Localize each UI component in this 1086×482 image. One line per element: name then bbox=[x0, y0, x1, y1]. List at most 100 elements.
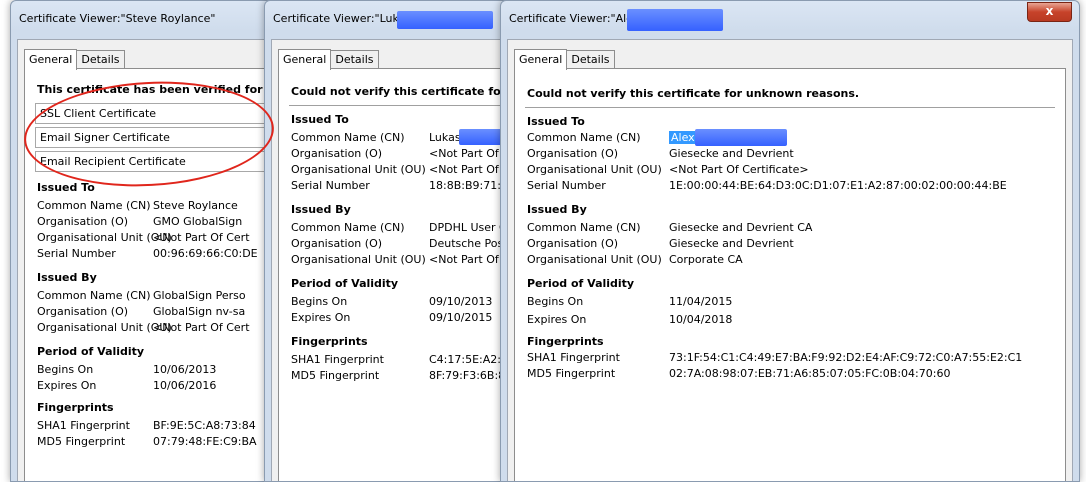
md5-label: MD5 Fingerprint bbox=[291, 369, 380, 382]
issued-by-cn-value: GlobalSign Perso bbox=[153, 289, 246, 302]
issued-to-o-value: <Not Part Of bbox=[429, 147, 499, 160]
issued-by-cn-label: Common Name (CN) bbox=[37, 289, 151, 302]
general-panel: Could not verify this certificate for un… bbox=[514, 68, 1066, 481]
separator bbox=[525, 107, 1055, 108]
sha1-label: SHA1 Fingerprint bbox=[291, 353, 384, 366]
validity-heading: Period of Validity bbox=[37, 345, 145, 358]
tab-general[interactable]: General bbox=[514, 49, 568, 70]
fingerprints-heading: Fingerprints bbox=[291, 335, 368, 348]
expires-on-value: 10/06/2016 bbox=[153, 379, 217, 392]
issued-to-cn-label: Common Name (CN) bbox=[527, 131, 641, 144]
issued-to-cn-value[interactable]: Alex bbox=[669, 131, 697, 144]
issued-to-o-label: Organisation (O) bbox=[37, 215, 129, 228]
md5-value: 8F:79:F3:6B:8 bbox=[429, 369, 506, 382]
window-client-area: General Details Could not verify this cer… bbox=[507, 39, 1073, 481]
issued-to-o-label: Organisation (O) bbox=[527, 147, 619, 160]
selected-cn-text: Alex bbox=[669, 131, 697, 144]
issued-by-ou-label: Organisational Unit (OU) bbox=[527, 253, 662, 266]
issued-by-o-label: Organisation (O) bbox=[291, 237, 383, 250]
serial-number-value: 1E:00:00:44:BE:64:D3:0C:D1:07:E1:A2:87:0… bbox=[669, 179, 1007, 192]
issued-to-ou-label: Organisational Unit (OU) bbox=[527, 163, 662, 176]
issued-to-heading: Issued To bbox=[37, 181, 95, 194]
expires-on-value: 10/04/2018 bbox=[669, 313, 733, 326]
issued-to-heading: Issued To bbox=[527, 115, 585, 128]
issued-to-cn-value: Steve Roylance bbox=[153, 199, 238, 212]
expires-on-value: 09/10/2015 bbox=[429, 311, 493, 324]
tab-details[interactable]: Details bbox=[330, 50, 379, 69]
sha1-value: 73:1F:54:C1:C4:49:E7:BA:F9:92:D2:E4:AF:C… bbox=[669, 351, 1023, 364]
window-title-text: Certificate Viewer:"Luka bbox=[273, 12, 406, 25]
begins-on-value: 10/06/2013 bbox=[153, 363, 217, 376]
window-title-text: Certificate Viewer:"Ale bbox=[509, 12, 633, 25]
validity-heading: Period of Validity bbox=[527, 277, 635, 290]
issued-by-ou-value: <Not Part Of bbox=[429, 253, 499, 266]
tab-strip: General Details bbox=[24, 48, 125, 70]
md5-value: 07:79:48:FE:C9:BA bbox=[153, 435, 257, 448]
issued-by-o-label: Organisation (O) bbox=[527, 237, 619, 250]
issued-by-heading: Issued By bbox=[37, 271, 97, 284]
issued-by-cn-value: Giesecke and Devrient CA bbox=[669, 221, 813, 234]
begins-on-label: Begins On bbox=[291, 295, 348, 308]
tab-strip: General Details bbox=[278, 48, 379, 70]
md5-label: MD5 Fingerprint bbox=[37, 435, 126, 448]
issued-by-cn-label: Common Name (CN) bbox=[291, 221, 405, 234]
issued-to-cn-label: Common Name (CN) bbox=[291, 131, 405, 144]
issued-by-heading: Issued By bbox=[527, 203, 587, 216]
expires-on-label: Expires On bbox=[291, 311, 351, 324]
begins-on-value: 09/10/2013 bbox=[429, 295, 493, 308]
issued-by-o-value: Deutsche Pos bbox=[429, 237, 504, 250]
issued-by-ou-label: Organisational Unit (OU) bbox=[291, 253, 426, 266]
tab-general[interactable]: General bbox=[24, 49, 78, 70]
md5-label: MD5 Fingerprint bbox=[527, 367, 616, 380]
issued-to-ou-value: <Not Part Of Certificate> bbox=[669, 163, 809, 176]
issued-to-heading: Issued To bbox=[291, 113, 349, 126]
issued-to-ou-value: <Not Part Of Cert bbox=[153, 231, 250, 244]
issued-by-o-value: Giesecke and Devrient bbox=[669, 237, 794, 250]
issued-by-cn-label: Common Name (CN) bbox=[527, 221, 641, 234]
validity-heading: Period of Validity bbox=[291, 277, 399, 290]
fingerprints-heading: Fingerprints bbox=[527, 335, 604, 348]
sha1-label: SHA1 Fingerprint bbox=[37, 419, 130, 432]
serial-number-value: 00:96:69:66:C0:DE bbox=[153, 247, 258, 260]
sha1-value: C4:17:5E:A2:7 bbox=[429, 353, 508, 366]
tab-general[interactable]: General bbox=[278, 49, 332, 70]
begins-on-label: Begins On bbox=[37, 363, 94, 376]
serial-number-label: Serial Number bbox=[37, 247, 116, 260]
close-button[interactable]: x bbox=[1027, 2, 1072, 22]
issued-by-ou-value: <Not Part Of Cert bbox=[153, 321, 250, 334]
begins-on-value: 11/04/2015 bbox=[669, 295, 733, 308]
issued-to-o-value: GMO GlobalSign bbox=[153, 215, 243, 228]
tab-details[interactable]: Details bbox=[566, 50, 615, 69]
md5-value: 02:7A:08:98:07:EB:71:A6:85:07:05:FC:0B:0… bbox=[669, 367, 951, 380]
issued-by-o-value: GlobalSign nv-sa bbox=[153, 305, 246, 318]
tab-details[interactable]: Details bbox=[76, 50, 125, 69]
redaction-block bbox=[695, 129, 787, 146]
certificate-viewer-window-alex: Certificate Viewer:"Ale x General Details… bbox=[500, 0, 1080, 482]
serial-number-label: Serial Number bbox=[527, 179, 606, 192]
begins-on-label: Begins On bbox=[527, 295, 584, 308]
issued-by-cn-value: DPDHL User C bbox=[429, 221, 507, 234]
issued-to-o-value: Giesecke and Devrient bbox=[669, 147, 794, 160]
fingerprints-heading: Fingerprints bbox=[37, 401, 114, 414]
issued-by-ou-value: Corporate CA bbox=[669, 253, 743, 266]
expires-on-label: Expires On bbox=[37, 379, 97, 392]
verification-status: Could not verify this certificate for un bbox=[291, 85, 526, 98]
serial-number-label: Serial Number bbox=[291, 179, 370, 192]
issued-to-ou-label: Organisational Unit (OU) bbox=[37, 231, 172, 244]
issued-to-ou-value: <Not Part Of bbox=[429, 163, 499, 176]
window-title: Certificate Viewer:"Ale x bbox=[501, 1, 1079, 31]
sha1-value: BF:9E:5C:A8:73:84 bbox=[153, 419, 256, 432]
redaction-block bbox=[627, 9, 723, 31]
issued-to-o-label: Organisation (O) bbox=[291, 147, 383, 160]
sha1-label: SHA1 Fingerprint bbox=[527, 351, 620, 364]
redaction-block bbox=[397, 11, 493, 29]
issued-by-ou-label: Organisational Unit (OU) bbox=[37, 321, 172, 334]
issued-by-o-label: Organisation (O) bbox=[37, 305, 129, 318]
issued-to-cn-value: Lukas bbox=[429, 131, 461, 144]
issued-to-cn-label: Common Name (CN) bbox=[37, 199, 151, 212]
issued-by-heading: Issued By bbox=[291, 203, 351, 216]
tab-strip: General Details bbox=[514, 48, 615, 70]
verification-status: Could not verify this certificate for un… bbox=[527, 87, 860, 100]
expires-on-label: Expires On bbox=[527, 313, 587, 326]
issued-to-ou-label: Organisational Unit (OU) bbox=[291, 163, 426, 176]
